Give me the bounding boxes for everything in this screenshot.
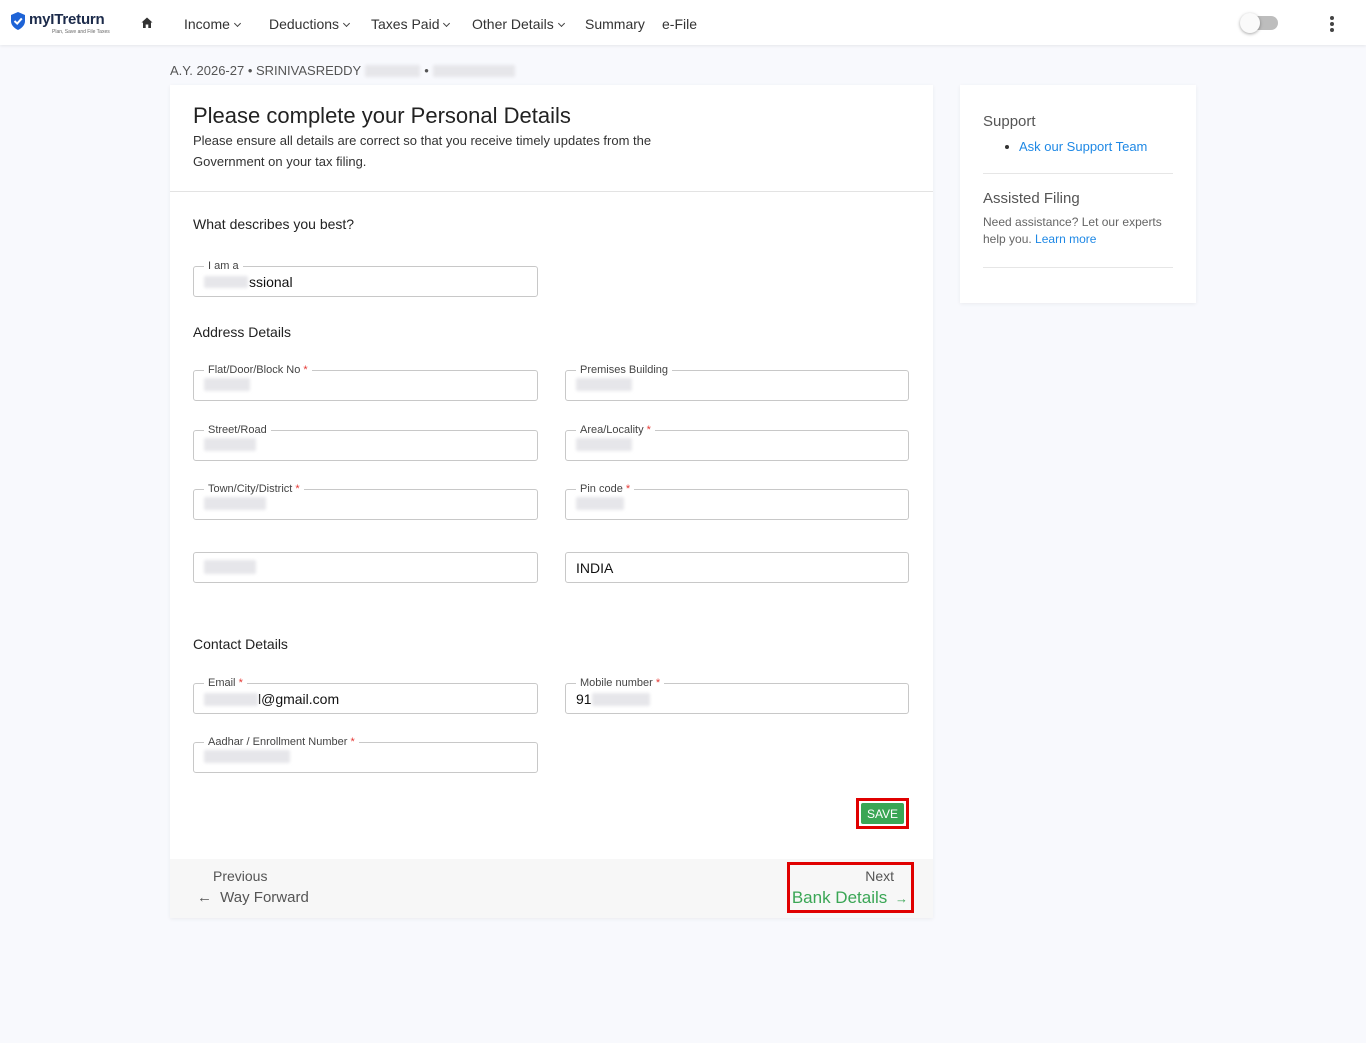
breadcrumb-separator: • <box>424 63 429 78</box>
email-field[interactable]: Email * l@gmail.com <box>193 676 538 714</box>
nav-efile-label: e-File <box>662 16 698 32</box>
bullet <box>1005 145 1009 149</box>
chevron-down-icon <box>343 19 351 28</box>
next-link-label: Bank Details <box>791 888 888 907</box>
previous-link-label: Way Forward <box>220 889 309 906</box>
arrow-left-icon: ← <box>197 889 212 906</box>
next-link[interactable]: Next Bank Details → <box>787 862 914 913</box>
street-field[interactable]: Street/Road <box>193 423 538 461</box>
more-vertical-icon[interactable] <box>1329 16 1335 32</box>
nav-taxes-paid[interactable]: Taxes Paid <box>371 16 451 32</box>
previous-link[interactable]: ← Way Forward <box>197 889 309 906</box>
nav-deductions[interactable]: Deductions <box>269 16 351 32</box>
chevron-down-icon <box>557 19 565 28</box>
theme-toggle[interactable] <box>1240 13 1278 33</box>
nav-taxes-paid-label: Taxes Paid <box>371 16 440 32</box>
assisted-text: Need assistance? Let our experts help yo… <box>983 215 1162 246</box>
next-label: Next <box>865 868 894 884</box>
arrow-right-icon: → <box>895 891 908 906</box>
page-title: Please complete your Personal Details <box>193 103 571 128</box>
aadhar-field[interactable]: Aadhar / Enrollment Number * <box>193 735 538 773</box>
shield-check-icon <box>11 12 25 30</box>
mobile-value: 91 <box>576 691 650 707</box>
assisted-heading: Assisted Filing <box>983 190 1080 207</box>
nav-other-details[interactable]: Other Details <box>472 16 565 32</box>
mobile-field[interactable]: Mobile number * 91 <box>565 676 909 714</box>
nav-deductions-label: Deductions <box>269 16 340 32</box>
home-icon[interactable] <box>141 17 153 29</box>
support-team-link[interactable]: Ask our Support Team <box>1019 139 1147 154</box>
redacted-pan <box>365 64 421 77</box>
premises-label: Premises Building <box>576 363 673 377</box>
pincode-field[interactable]: Pin code * <box>565 482 909 520</box>
country-value: INDIA <box>576 560 614 576</box>
town-label: Town/City/District * <box>204 482 304 496</box>
town-field[interactable]: Town/City/District * <box>193 482 538 520</box>
address-heading: Address Details <box>193 324 292 340</box>
save-button[interactable]: SAVE <box>856 798 909 829</box>
nav-summary-label: Summary <box>585 16 645 32</box>
page-subtitle: Please ensure all details are correct so… <box>193 133 652 169</box>
learn-more-link[interactable]: Learn more <box>1035 232 1096 246</box>
iam-select[interactable]: I am a ssional <box>193 259 538 297</box>
area-field[interactable]: Area/Locality * <box>565 423 909 461</box>
previous-label: Previous <box>213 868 268 884</box>
flat-field[interactable]: Flat/Door/Block No * <box>193 363 538 401</box>
mobile-label: Mobile number * <box>576 676 665 690</box>
toggle-knob <box>1240 13 1260 33</box>
describes-heading: What describes you best? <box>193 216 355 232</box>
breadcrumb-text: A.Y. 2026-27 • SRINIVASREDDY <box>170 63 362 78</box>
country-select[interactable]: INDIA <box>565 552 909 583</box>
chevron-down-icon <box>233 19 241 28</box>
personal-details-card: Please complete your Personal Details Pl… <box>170 85 933 918</box>
brand-logo[interactable]: myITreturn Plan, Save and File Taxes <box>10 11 110 35</box>
flat-label: Flat/Door/Block No * <box>204 363 312 377</box>
divider <box>983 267 1173 268</box>
brand-tagline: Plan, Save and File Taxes <box>52 29 110 35</box>
email-value: l@gmail.com <box>204 691 339 707</box>
chevron-down-icon <box>443 19 451 28</box>
divider <box>983 173 1173 174</box>
card-header: Please complete your Personal Details Pl… <box>170 85 933 192</box>
support-heading: Support <box>983 113 1036 130</box>
nav-efile[interactable]: e-File <box>662 16 697 32</box>
card-footer-nav: Previous ← Way Forward Next Bank Details… <box>170 859 933 918</box>
area-label: Area/Locality * <box>576 423 655 437</box>
support-sidebar: Support Ask our Support Team Assisted Fi… <box>960 85 1196 303</box>
pincode-label: Pin code * <box>576 482 635 496</box>
iam-label: I am a <box>204 259 243 273</box>
nav-income[interactable]: Income <box>184 16 241 32</box>
brand-name: myITreturn <box>29 11 105 28</box>
breadcrumb: A.Y. 2026-27 • SRINIVASREDDY • <box>170 63 515 78</box>
top-navbar: myITreturn Plan, Save and File Taxes Inc… <box>0 0 1366 45</box>
redacted-id <box>432 64 515 77</box>
nav-summary[interactable]: Summary <box>585 16 645 32</box>
nav-income-label: Income <box>184 16 230 32</box>
email-label: Email * <box>204 676 247 690</box>
contact-heading: Contact Details <box>193 636 288 652</box>
iam-value: ssional <box>204 274 293 290</box>
aadhar-label: Aadhar / Enrollment Number * <box>204 735 359 749</box>
street-label: Street/Road <box>204 423 271 437</box>
save-button-label: SAVE <box>861 803 904 824</box>
nav-other-details-label: Other Details <box>472 16 554 32</box>
premises-field[interactable]: Premises Building <box>565 363 909 401</box>
state-select[interactable] <box>193 552 538 583</box>
